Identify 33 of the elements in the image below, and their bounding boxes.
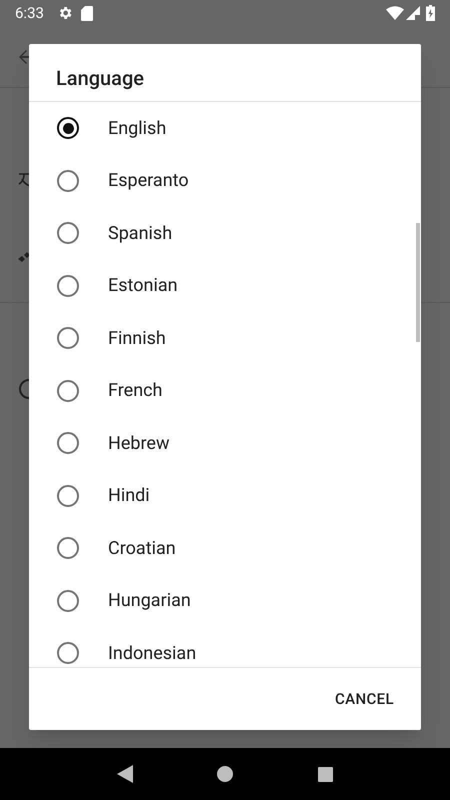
language-option[interactable]: Hindi [108, 482, 150, 510]
wifi-icon [386, 6, 404, 20]
sd-card-icon [80, 6, 93, 20]
back-icon[interactable] [117, 765, 134, 783]
home-icon[interactable] [217, 766, 234, 782]
language-option[interactable]: Spanish [108, 220, 172, 247]
radio-button[interactable] [57, 537, 79, 560]
language-option[interactable]: Esperanto [108, 167, 189, 194]
battery-icon [426, 5, 435, 21]
radio-button[interactable] [57, 170, 79, 192]
brush-icon [18, 252, 30, 262]
signal-icon [406, 6, 420, 20]
radio-button[interactable] [57, 222, 79, 244]
status-time: 6:33 [15, 2, 44, 24]
language-option[interactable]: French [108, 377, 162, 404]
dialog-title: Language [29, 44, 421, 102]
radio-button[interactable] [57, 590, 79, 612]
language-option[interactable]: Indonesian [108, 640, 196, 667]
radio-button[interactable] [57, 642, 79, 664]
radio-button[interactable] [57, 117, 79, 140]
radio-button[interactable] [57, 432, 79, 454]
language-option[interactable]: Hungarian [108, 587, 191, 614]
radio-button[interactable] [57, 327, 79, 350]
radio-button[interactable] [57, 274, 79, 297]
radio-button[interactable] [57, 380, 79, 402]
cancel-button[interactable]: CANCEL [326, 680, 403, 718]
language-option[interactable]: Hebrew [108, 430, 170, 457]
language-option[interactable]: Estonian [108, 272, 178, 300]
language-option[interactable]: Finnish [108, 324, 166, 352]
language-option[interactable]: Croatian [108, 534, 176, 562]
language-option[interactable]: English [108, 114, 166, 142]
radio-button[interactable] [57, 484, 79, 507]
overview-icon[interactable] [318, 766, 333, 782]
